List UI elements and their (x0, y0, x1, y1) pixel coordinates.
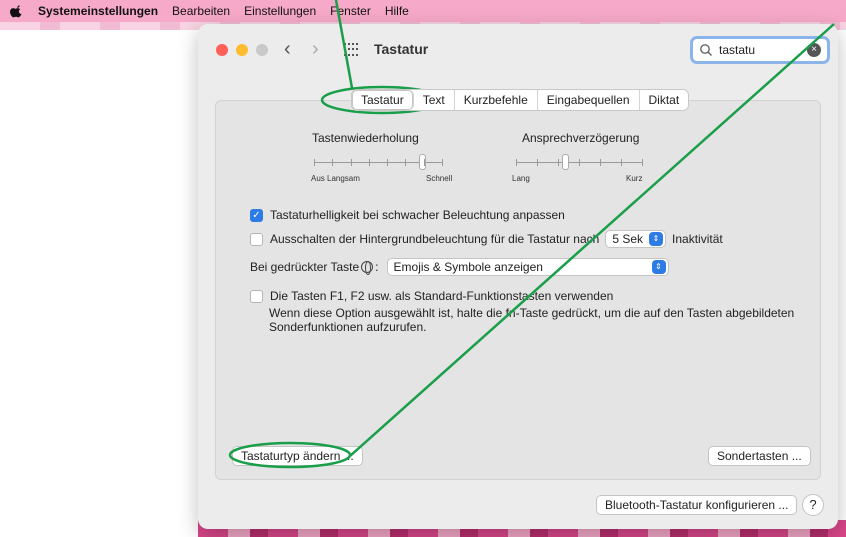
brightness-checkbox[interactable]: ✓ (250, 208, 263, 222)
fkeys-description-line1: Wenn diese Option ausgewählt ist, halte … (269, 306, 795, 320)
minimize-window-button[interactable] (236, 44, 248, 56)
delay-tick (558, 159, 559, 166)
backlight-suffix: Inaktivität (672, 232, 723, 246)
preferences-window: ‹ › Tastatur tastatu × Tastatur Text Kur… (198, 24, 838, 529)
fkeys-label: Die Tasten F1, F2 usw. als Standard-Funk… (270, 289, 614, 303)
key-repeat-label-slow: Aus Langsam (311, 174, 360, 183)
title-bar: ‹ › Tastatur tastatu × (198, 24, 838, 76)
key-repeat-slider-knob[interactable] (418, 154, 426, 170)
backlight-checkbox[interactable] (250, 232, 263, 246)
key-repeat-tick (368, 159, 370, 166)
menu-bar: Systemeinstellungen Bearbeiten Einstellu… (0, 0, 846, 22)
key-repeat-tick (332, 159, 334, 166)
key-repeat-tick (423, 159, 425, 166)
delay-tick (537, 159, 538, 166)
delay-label-long: Lang (512, 174, 530, 183)
brightness-option[interactable]: ✓ Tastaturhelligkeit bei schwacher Beleu… (250, 208, 565, 222)
tab-text[interactable]: Text (414, 90, 455, 110)
tab-dictation[interactable]: Diktat (640, 90, 689, 110)
change-keyboard-type-button[interactable]: Tastaturtyp ändern ... (232, 446, 363, 466)
tab-shortcuts[interactable]: Kurzbefehle (455, 90, 538, 110)
key-repeat-label-fast: Schnell (426, 174, 453, 183)
fkeys-description-line2: Sonderfunktionen aufzurufen. (269, 320, 427, 334)
brightness-label: Tastaturhelligkeit bei schwacher Beleuch… (270, 208, 565, 222)
close-window-button[interactable] (216, 44, 228, 56)
key-repeat-tick (387, 159, 389, 166)
modifier-keys-button[interactable]: Sondertasten ... (708, 446, 811, 466)
bluetooth-keyboard-button[interactable]: Bluetooth-Tastatur konfigurieren ... (596, 495, 798, 515)
back-arrow-icon[interactable]: ‹ (284, 38, 291, 61)
key-repeat-title: Tastenwiederholung (312, 131, 419, 145)
fn-key-label: Bei gedrückter Taste (250, 260, 360, 274)
delay-slider-knob[interactable] (562, 154, 570, 170)
key-repeat-tick (405, 159, 407, 166)
tab-input-sources[interactable]: Eingabequellen (538, 90, 640, 110)
fn-key-popup[interactable]: Emojis & Symbole anzeigen ⇕ (386, 258, 669, 276)
clear-search-icon[interactable]: × (807, 43, 821, 57)
menu-item-edit[interactable]: Bearbeiten (172, 4, 230, 18)
forward-arrow-icon[interactable]: › (312, 38, 319, 61)
fkeys-checkbox[interactable] (250, 289, 263, 303)
delay-title: Ansprechverzögerung (522, 131, 640, 145)
fn-key-option: Bei gedrückter Taste : Emojis & Symbole … (250, 258, 675, 276)
menu-app-name[interactable]: Systemeinstellungen (38, 4, 158, 18)
backlight-label: Ausschalten der Hintergrundbeleuchtung f… (270, 232, 600, 246)
delay-tick (600, 159, 601, 166)
backlight-timeout-popup[interactable]: 5 Sek ⇕ (605, 230, 667, 248)
search-input[interactable]: tastatu (719, 43, 807, 57)
key-repeat-tick (350, 159, 352, 166)
popup-stepper-icon: ⇕ (651, 260, 666, 274)
popup-stepper-icon: ⇕ (649, 232, 664, 246)
key-repeat-tick (442, 159, 443, 166)
delay-tick (621, 159, 622, 166)
fkeys-option[interactable]: Die Tasten F1, F2 usw. als Standard-Funk… (250, 289, 613, 303)
menu-item-settings[interactable]: Einstellungen (244, 4, 316, 18)
delay-tick (516, 159, 517, 166)
apple-icon[interactable] (10, 4, 24, 18)
fn-key-popup-value: Emojis & Symbole anzeigen (393, 260, 543, 274)
menu-item-window[interactable]: Fenster (330, 4, 371, 18)
window-title: Tastatur (374, 41, 429, 57)
delay-label-short: Kurz (626, 174, 643, 183)
menu-item-help[interactable]: Hilfe (385, 4, 409, 18)
globe-icon (361, 261, 374, 275)
backlight-option[interactable]: Ausschalten der Hintergrundbeleuchtung f… (250, 230, 723, 248)
search-field[interactable]: tastatu × (690, 36, 830, 64)
delay-tick (642, 159, 643, 166)
tab-keyboard[interactable]: Tastatur (352, 90, 414, 110)
help-button[interactable]: ? (802, 494, 824, 516)
key-repeat-tick (314, 159, 315, 166)
show-all-grid-icon[interactable] (344, 43, 358, 57)
zoom-window-button[interactable] (256, 44, 268, 56)
delay-tick (579, 159, 580, 166)
backlight-timeout-value: 5 Sek (612, 232, 644, 246)
tab-bar: Tastatur Text Kurzbefehle Eingabequellen… (351, 89, 690, 111)
search-icon (700, 44, 712, 56)
